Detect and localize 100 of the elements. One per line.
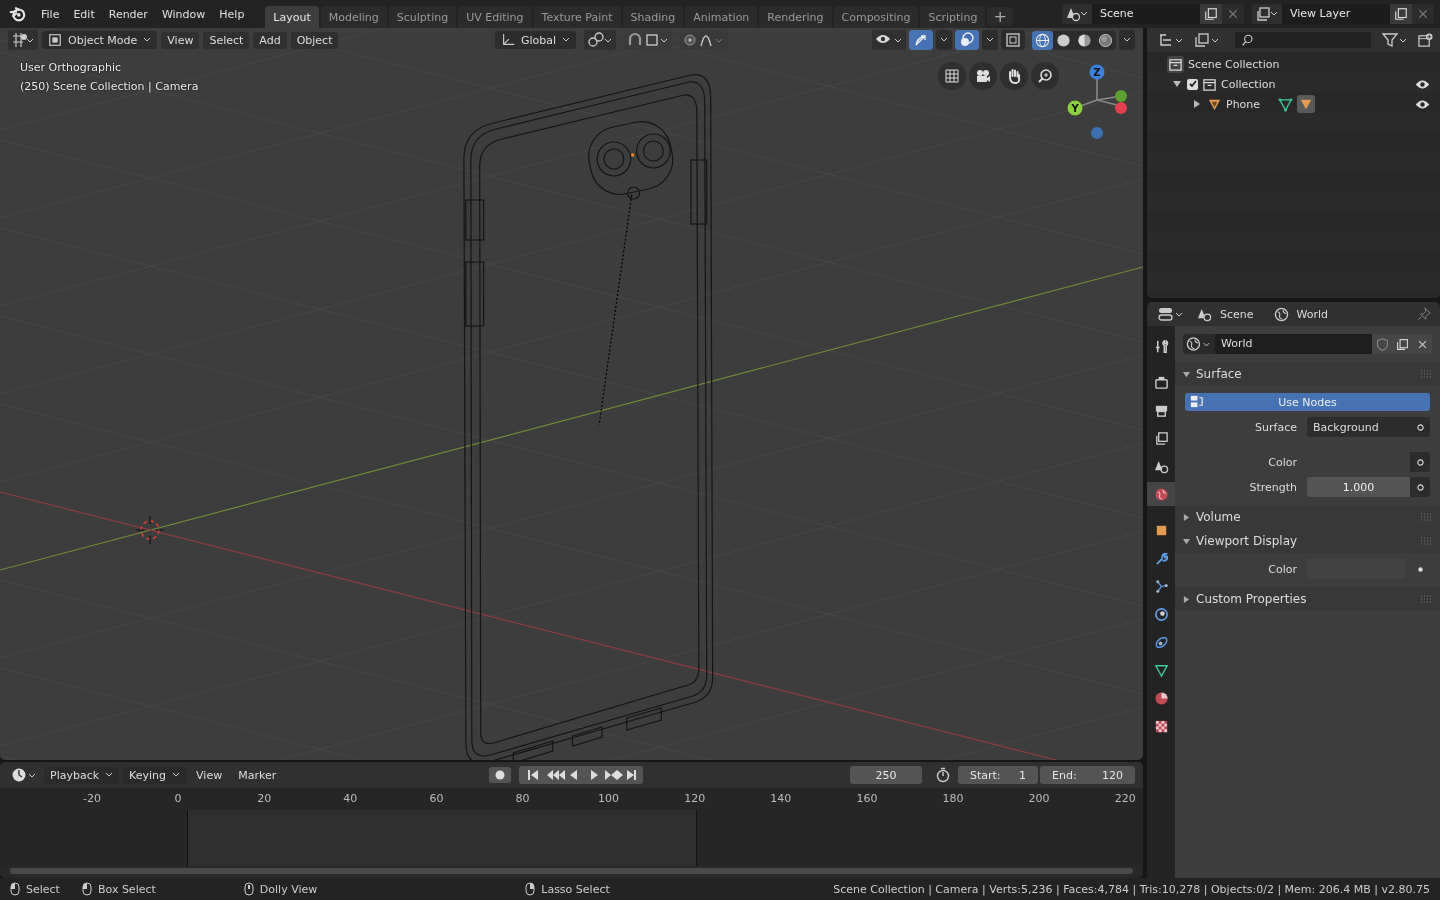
object-data-button[interactable]	[1297, 95, 1316, 113]
close-icon[interactable]	[1412, 4, 1434, 24]
frame-number: 100	[597, 792, 621, 805]
workspace-tab[interactable]: Animation	[685, 6, 758, 28]
zoom-icon[interactable]	[1031, 62, 1059, 90]
camera-icon[interactable]	[969, 62, 997, 90]
nodes-icon	[1189, 394, 1204, 409]
surface-shader-field[interactable]: Background	[1307, 417, 1410, 437]
disclosure-triangle-icon[interactable]	[1183, 537, 1190, 545]
panel-header[interactable]: Custom Properties	[1175, 587, 1440, 611]
xray-square-icon[interactable]	[1001, 30, 1025, 50]
collection-box-icon	[1202, 76, 1217, 92]
panel-header[interactable]: Viewport Display	[1175, 529, 1440, 553]
menu-item[interactable]: Select	[203, 31, 250, 49]
axis-gizmo-drawing[interactable]: Z Y	[1059, 60, 1129, 150]
panel-header[interactable]: Volume	[1175, 505, 1440, 529]
status-hint-text: Box Select	[97, 882, 156, 896]
disclosure-triangle-icon[interactable]	[1183, 595, 1190, 603]
menu-dropdown[interactable]: Playback	[44, 766, 120, 784]
panel-title[interactable]: Custom Properties	[1196, 592, 1307, 606]
number-field[interactable]: 1.000	[1307, 477, 1410, 497]
workspace-tab[interactable]: Sculpting	[388, 6, 457, 28]
search-icon	[1241, 33, 1254, 47]
menu-item[interactable]: View	[161, 31, 200, 49]
mouse-icon	[525, 882, 536, 896]
visibility-dropdown[interactable]	[872, 30, 906, 50]
socket-button[interactable]	[1410, 477, 1430, 497]
view-layer-type-button[interactable]	[1252, 4, 1282, 24]
workspace-tab[interactable]: Compositing	[833, 6, 919, 28]
grid-icon[interactable]	[938, 62, 966, 90]
eye-icon[interactable]	[1415, 98, 1430, 110]
menu-item[interactable]: Window	[154, 3, 213, 25]
status-hint-text: Select	[26, 882, 60, 896]
workspace-tab[interactable]: Shading	[622, 6, 684, 28]
breadcrumb-item[interactable]: World	[1273, 306, 1339, 322]
copy-icon[interactable]	[1390, 4, 1412, 24]
record-button[interactable]	[489, 767, 512, 783]
view-layer-name-field[interactable]: View Layer	[1282, 4, 1390, 24]
world-name-field[interactable]: World	[1215, 334, 1372, 354]
outliner-item[interactable]: Scene Collection	[1188, 57, 1280, 71]
menu-dropdown[interactable]: Keying	[123, 766, 187, 784]
checkbox[interactable]	[1187, 78, 1198, 90]
disclosure-triangle-icon[interactable]	[1171, 80, 1183, 88]
menu-item[interactable]: File	[34, 3, 67, 25]
frame-number: 160	[855, 792, 879, 805]
drag-grip-icon[interactable]	[1420, 370, 1432, 378]
workspace-tab[interactable]: Scripting	[920, 6, 986, 28]
use-nodes-button[interactable]: Use Nodes	[1185, 393, 1430, 411]
workspace-tab[interactable]: UV Editing	[458, 6, 532, 28]
workspace-tab[interactable]: Rendering	[759, 6, 832, 28]
mouse-icon	[81, 882, 92, 896]
editor-type-button[interactable]	[8, 30, 38, 50]
frame-number: 40	[342, 792, 359, 805]
menu-item[interactable]: Edit	[66, 3, 102, 25]
current-frame-field[interactable]: 250	[850, 766, 922, 784]
workspace-tab[interactable]: Layout	[265, 6, 319, 28]
wireframe-sphere-icon[interactable]	[1032, 30, 1053, 50]
panel-title[interactable]: Viewport Display	[1196, 534, 1298, 548]
panel-title[interactable]: Surface	[1196, 367, 1242, 381]
panel-header[interactable]: Surface	[1175, 362, 1440, 386]
close-icon[interactable]	[1412, 334, 1432, 354]
copy-icon[interactable]	[1200, 4, 1222, 24]
close-icon[interactable]	[1222, 4, 1244, 24]
workspace-tab[interactable]: Texture Paint	[533, 6, 621, 28]
menu-item[interactable]: Help	[212, 3, 252, 25]
playback-controls-drawing[interactable]	[519, 766, 644, 784]
workspace-tab[interactable]: Modeling	[320, 6, 387, 28]
outliner-item[interactable]: Collection	[1221, 77, 1276, 91]
socket-button[interactable]	[1410, 452, 1430, 472]
drag-grip-icon[interactable]	[1420, 595, 1432, 603]
world-browse-button[interactable]	[1183, 334, 1215, 354]
orientation-dropdown[interactable]: Global	[494, 31, 577, 49]
scrollbar[interactable]	[10, 868, 1133, 874]
menu-item[interactable]: Add	[253, 31, 287, 49]
shield-icon[interactable]	[1372, 334, 1392, 354]
menu-item[interactable]: Object	[290, 31, 339, 49]
scene-type-button[interactable]	[1062, 4, 1092, 24]
drag-grip-icon[interactable]	[1420, 513, 1432, 521]
end-frame-field[interactable]: End: 120	[1040, 766, 1135, 784]
disclosure-triangle-icon[interactable]	[1183, 513, 1190, 521]
disclosure-triangle-icon[interactable]	[1183, 370, 1190, 378]
mode-dropdown[interactable]: Object Mode	[42, 31, 158, 49]
hand-icon[interactable]	[1000, 62, 1028, 90]
search-field[interactable]	[1235, 32, 1371, 48]
socket-circle-icon	[1416, 423, 1424, 431]
start-frame-field[interactable]: Start: 1	[958, 766, 1038, 784]
socket-button[interactable]	[1410, 417, 1430, 437]
new-collection-icon[interactable]	[1415, 30, 1436, 50]
outliner-item[interactable]: Phone	[1226, 97, 1261, 111]
eye-icon[interactable]	[1415, 78, 1430, 90]
panel-title[interactable]: Volume	[1196, 510, 1241, 524]
add-workspace-button[interactable]: +	[987, 6, 1013, 26]
mesh-data-icon[interactable]	[1278, 96, 1294, 112]
pivot-dropdown[interactable]	[584, 30, 617, 50]
menu-item[interactable]: Render	[101, 3, 155, 25]
app-logo-icon[interactable]	[8, 5, 26, 23]
drag-grip-icon[interactable]	[1420, 537, 1432, 545]
breadcrumb-item[interactable]: Scene	[1197, 306, 1264, 322]
overlay-circles-icon[interactable]	[955, 30, 979, 50]
scene-name-field[interactable]: Scene	[1092, 4, 1200, 24]
